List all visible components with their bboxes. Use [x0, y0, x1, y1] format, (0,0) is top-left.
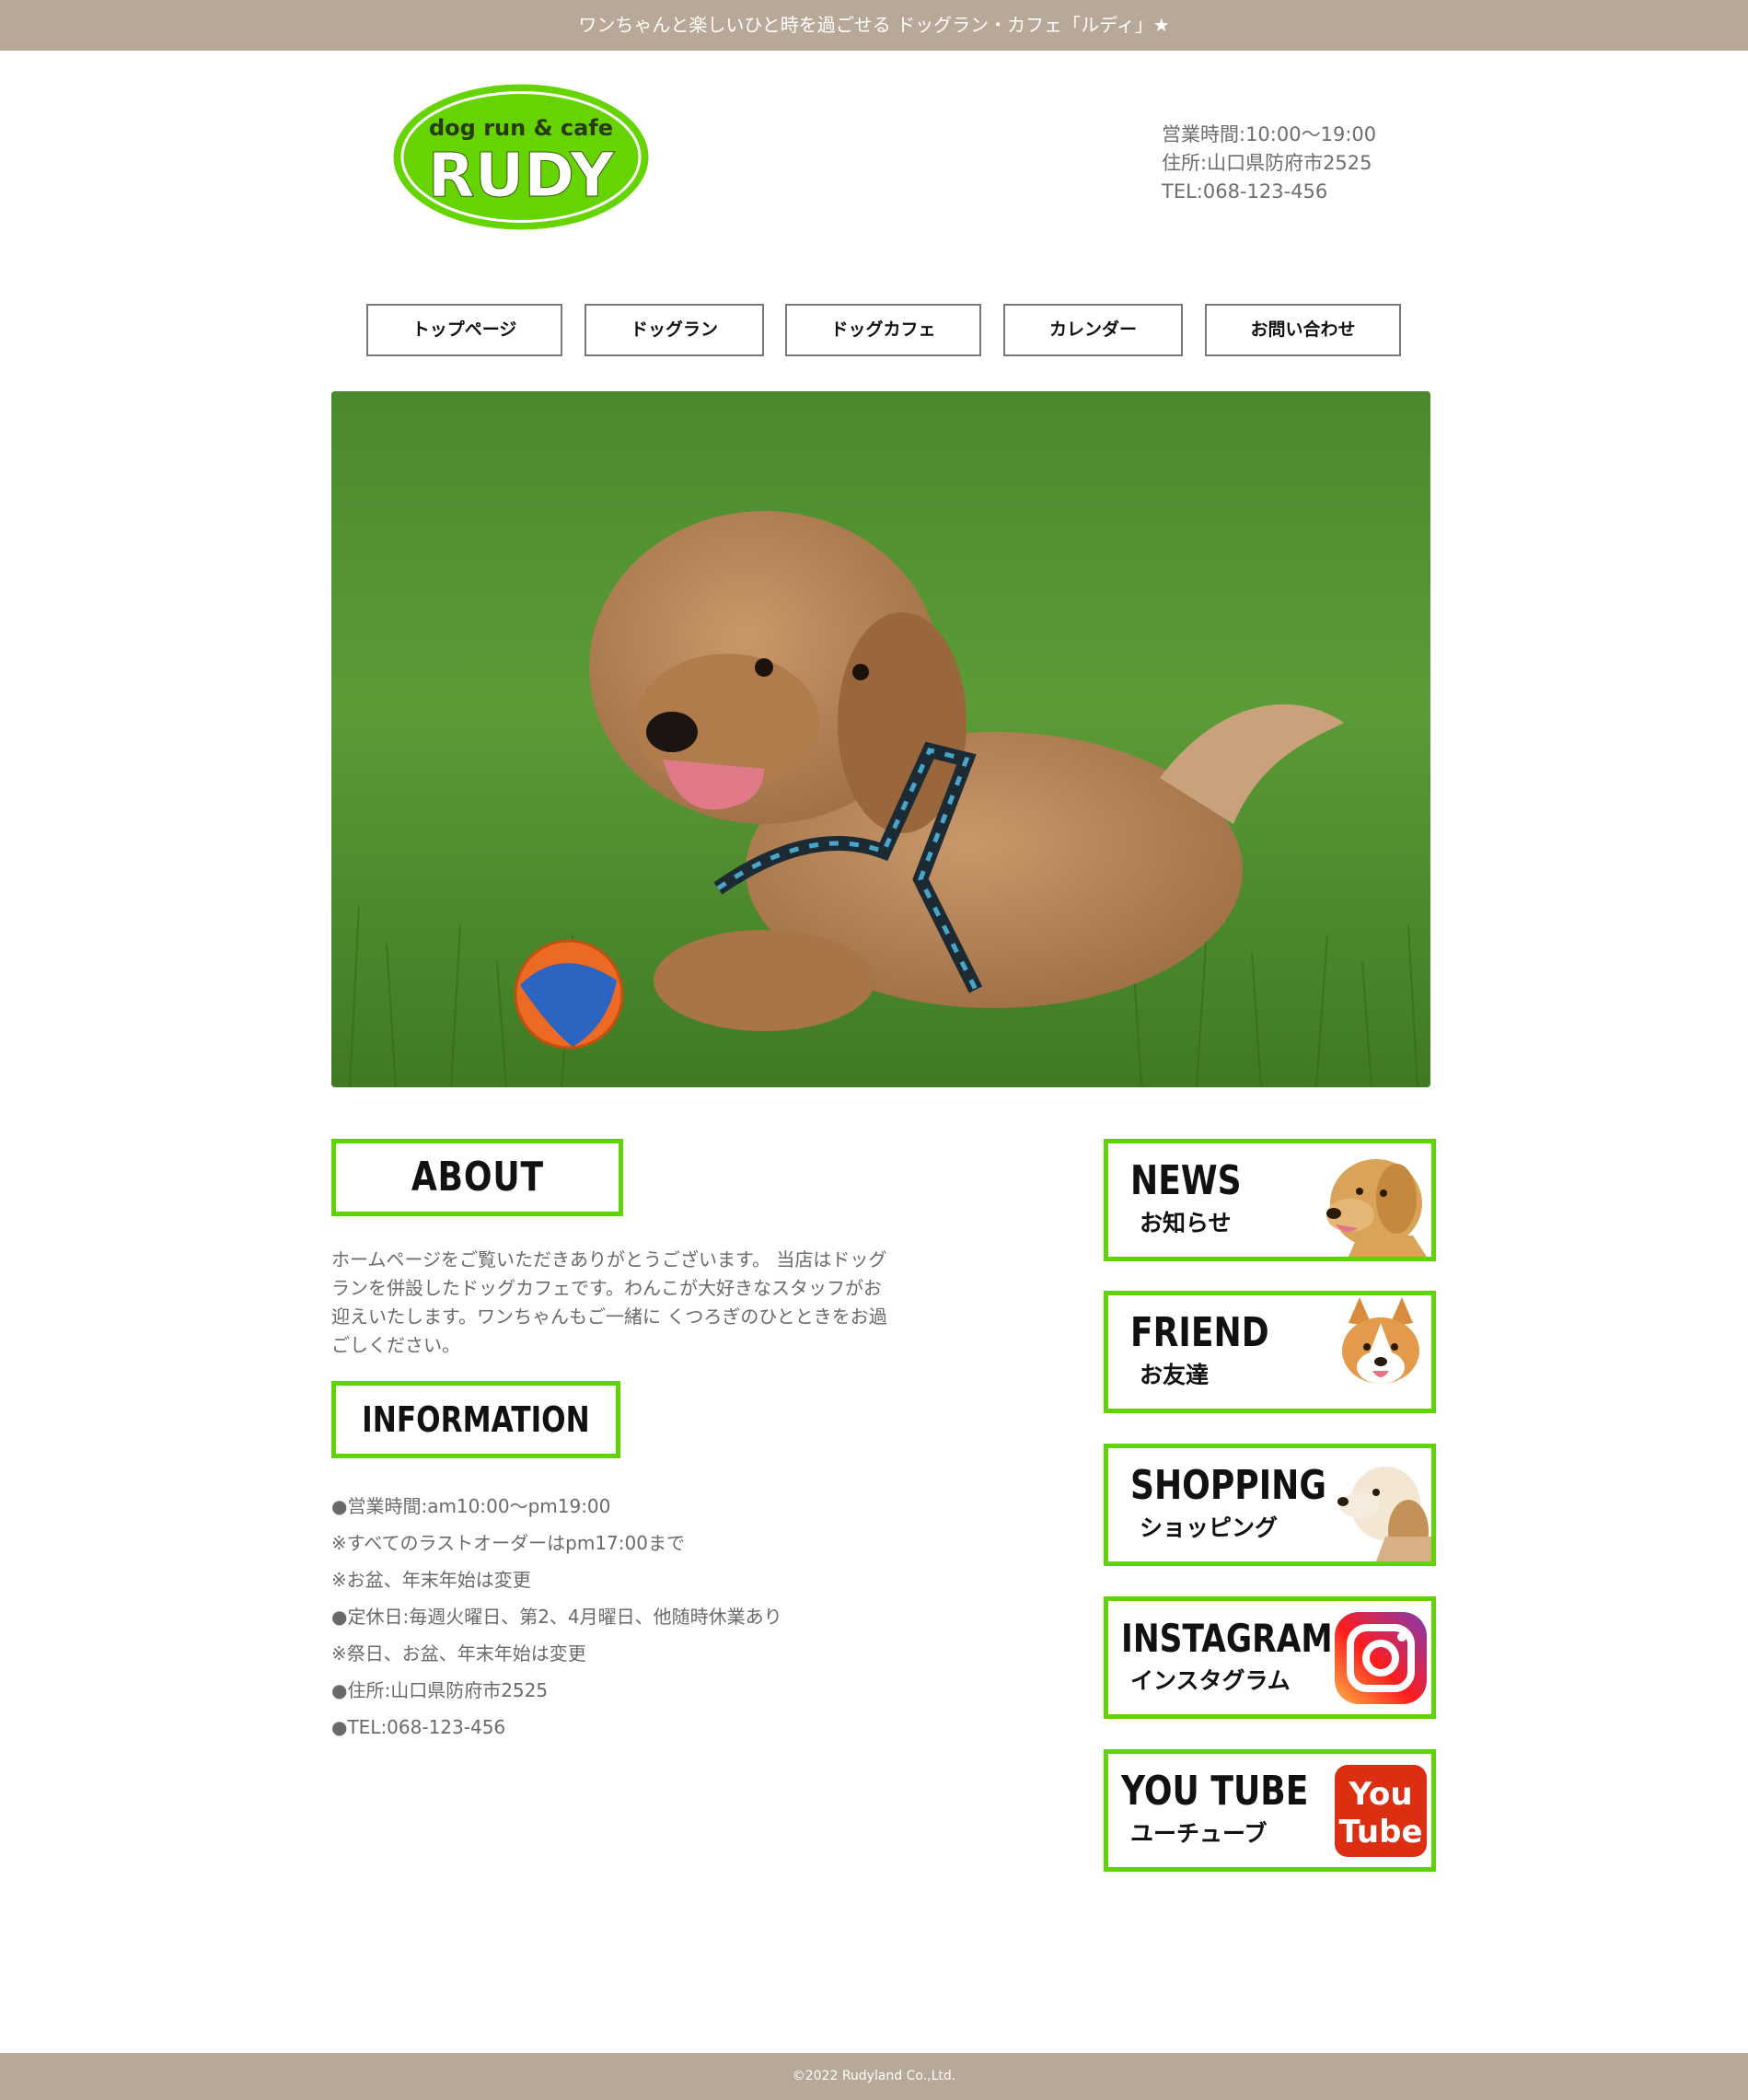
- youtube-icon-text-tube: Tube: [1338, 1814, 1422, 1851]
- info-item: ●住所:山口県防府市2525: [331, 1679, 549, 1701]
- header-hours: 営業時間:10:00～19:00: [1162, 123, 1377, 145]
- info-item: ●定休日:毎週火曜日、第2、4月曜日、他随時休業あり: [331, 1606, 782, 1628]
- shopping-banner[interactable]: SHOPPING ショッピング: [1104, 1444, 1436, 1566]
- friend-banner-subtitle: お友達: [1140, 1362, 1210, 1388]
- information-list: ●営業時間:am10:00～pm19:00 ※すべてのラストオーダーはpm17:…: [331, 1491, 782, 1749]
- youtube-icon: You Tube: [1335, 1765, 1427, 1857]
- youtube-icon-text-you: You: [1348, 1776, 1412, 1813]
- header-tel: TEL:068-123-456: [1162, 180, 1328, 203]
- instagram-banner-subtitle: インスタグラム: [1130, 1667, 1291, 1694]
- nav-calendar[interactable]: カレンダー: [1003, 304, 1183, 356]
- footer: ©2022 Rudyland Co.,Ltd.: [0, 2053, 1748, 2100]
- info-item: ●営業時間:am10:00～pm19:00: [331, 1495, 611, 1517]
- rudy-logo[interactable]: dog run & cafe RUDY: [392, 83, 650, 231]
- youtube-banner[interactable]: YOU TUBE ユーチューブ You Tube: [1104, 1749, 1436, 1872]
- news-banner[interactable]: NEWS お知らせ: [1104, 1139, 1436, 1261]
- shopping-banner-subtitle: ショッピング: [1140, 1514, 1279, 1541]
- news-banner-title: NEWS: [1130, 1157, 1242, 1204]
- corgi-photo-icon: [1342, 1297, 1422, 1409]
- youtube-banner-subtitle: ユーチューブ: [1130, 1820, 1268, 1847]
- nav-top-page[interactable]: トップページ: [366, 304, 562, 356]
- header-info: 営業時間:10:00～19:00 住所:山口県防府市2525 TEL:068-1…: [1162, 121, 1376, 206]
- top-banner: ワンちゃんと楽しいひと時を過ごせる ドッグラン・カフェ「ルディ」★: [0, 0, 1748, 51]
- retriever-photo-icon: [1326, 1159, 1427, 1257]
- about-text: ホームページをご覧いただきありがとうございます。 当店はドッグランを併設したドッ…: [331, 1248, 887, 1356]
- nav-dog-cafe[interactable]: ドッグカフェ: [785, 304, 981, 356]
- info-item: ※祭日、お盆、年末年始は変更: [331, 1642, 586, 1665]
- info-item: ●TEL:068-123-456: [331, 1716, 506, 1738]
- logo-tagline: dog run & cafe: [429, 115, 613, 141]
- nav-contact[interactable]: お問い合わせ: [1205, 304, 1401, 356]
- info-item: ※お盆、年末年始は変更: [331, 1569, 531, 1591]
- about-heading: ABOUT: [331, 1139, 623, 1216]
- nav-dog-run[interactable]: ドッグラン: [585, 304, 764, 356]
- news-banner-subtitle: お知らせ: [1140, 1210, 1232, 1236]
- header-address: 住所:山口県防府市2525: [1162, 152, 1372, 174]
- info-item: ※すべてのラストオーダーはpm17:00まで: [331, 1532, 685, 1554]
- instagram-banner[interactable]: INSTAGRAM インスタグラム: [1104, 1596, 1436, 1719]
- youtube-banner-title: YOU TUBE: [1121, 1768, 1309, 1815]
- friend-banner-title: FRIEND: [1130, 1309, 1269, 1356]
- logo-name: RUDY: [428, 140, 615, 211]
- footer-copyright: ©2022 Rudyland Co.,Ltd.: [792, 2069, 956, 2083]
- hero-image: [331, 391, 1430, 1087]
- instagram-icon: [1335, 1612, 1427, 1704]
- friend-banner[interactable]: FRIEND お友達: [1104, 1291, 1436, 1413]
- top-banner-text: ワンちゃんと楽しいひと時を過ごせる ドッグラン・カフェ「ルディ」★: [578, 14, 1170, 36]
- information-heading: INFORMATION: [331, 1381, 620, 1458]
- puppy-photo-icon: [1337, 1467, 1431, 1561]
